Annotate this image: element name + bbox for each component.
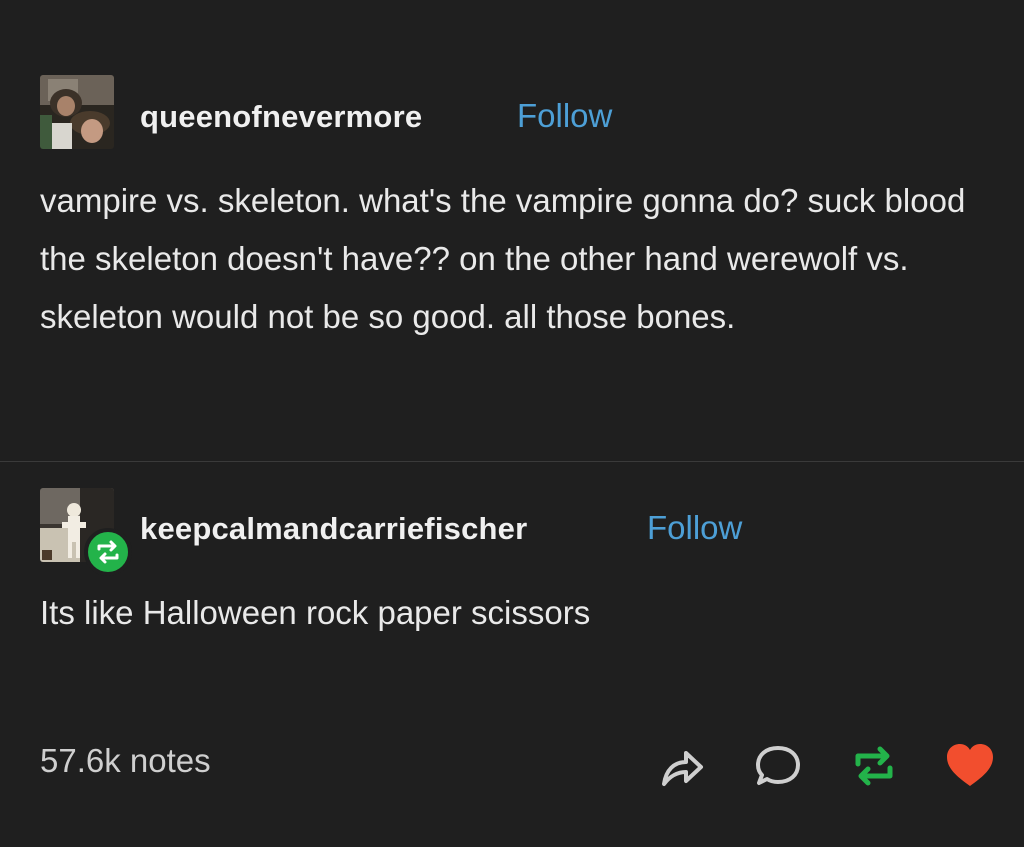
reblog-icon <box>855 746 893 786</box>
comment-button[interactable] <box>752 740 804 792</box>
username[interactable]: queenofnevermore <box>140 99 422 135</box>
reblog-button[interactable] <box>848 740 900 792</box>
original-post: queenofnevermore Follow vampire vs. skel… <box>0 0 1024 460</box>
like-button[interactable] <box>944 740 996 792</box>
tumblr-post: queenofnevermore Follow vampire vs. skel… <box>0 0 1024 847</box>
reblog-badge <box>84 528 132 576</box>
post-body: vampire vs. skeleton. what's the vampire… <box>40 182 966 335</box>
follow-button[interactable]: Follow <box>517 97 612 135</box>
avatar-image <box>40 75 114 149</box>
heart-icon <box>947 744 993 786</box>
avatar[interactable] <box>40 75 114 149</box>
reblog-icon <box>97 540 119 564</box>
comment-body: Its like Halloween rock paper scissors <box>40 594 591 631</box>
follow-button[interactable]: Follow <box>647 509 742 547</box>
comment-icon <box>756 746 800 785</box>
username[interactable]: keepcalmandcarriefischer <box>140 511 527 547</box>
notes-count[interactable]: 57.6k notes <box>40 742 211 780</box>
reblog-comment: keepcalmandcarriefischer Follow Its like… <box>0 462 1024 702</box>
share-icon <box>662 751 703 786</box>
share-button[interactable] <box>656 740 708 792</box>
